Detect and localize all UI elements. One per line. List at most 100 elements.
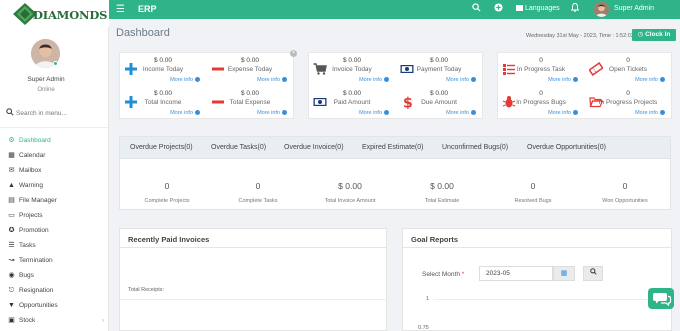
total-invoice-amount-stat: $ 0.00 Total Invoice Amount — [305, 181, 395, 204]
page-title: Dashboard — [116, 27, 170, 39]
stat-label: Total Expense — [229, 99, 271, 106]
more-info-link[interactable]: More info — [359, 77, 389, 83]
more-info-link[interactable]: More info — [446, 77, 476, 83]
stat-invoice-today: $ 0.00 Invoice Today More info — [309, 53, 395, 86]
sidebar-item-mailbox[interactable]: ✉ Mailbox — [0, 163, 108, 178]
hamburger-menu-icon[interactable]: ☰ — [116, 4, 125, 15]
top-user-name[interactable]: Super Admin — [614, 5, 654, 12]
chevron-right-icon: › — [101, 317, 104, 324]
more-info-link[interactable]: More info — [359, 110, 389, 116]
sidebar-nav: ⚙ Dashboard ▦ Calendar ✉ Mailbox ▲ Warning ▤… — [0, 133, 108, 328]
chat-icon — [653, 293, 672, 307]
more-info-link[interactable]: More info — [170, 110, 200, 116]
stat-value: 0 — [530, 181, 536, 191]
languages-menu[interactable]: Languages — [516, 5, 560, 12]
sidebar-search-input[interactable] — [16, 107, 104, 119]
more-info-link[interactable]: More info — [257, 110, 287, 116]
sidebar-divider — [0, 127, 108, 128]
warning-icon: ▲ — [8, 182, 15, 189]
stat-open-tickets: 0 Open Tickets More info — [585, 53, 671, 86]
logo[interactable]: DIAMONDS — [0, 0, 109, 27]
sidebar-item-label: Dashboard — [19, 137, 51, 144]
sidebar-item-stock[interactable]: ▣ Stock › — [0, 313, 108, 328]
stat-label: Total Invoice Amount — [324, 198, 376, 204]
panel-title: Recently Paid Invoices — [128, 235, 210, 244]
more-info-link[interactable]: More info — [257, 77, 287, 83]
sidebar-item-dashboard[interactable]: ⚙ Dashboard — [0, 133, 108, 148]
search-button[interactable] — [583, 266, 603, 281]
sidebar-item-projects[interactable]: ▭ Projects — [0, 208, 108, 223]
stat-value: 0 — [255, 181, 261, 191]
divider — [120, 247, 386, 248]
clock-icon: ◷ — [637, 31, 646, 38]
add-circle-icon[interactable] — [494, 3, 503, 14]
select-month-label: Select Month * — [422, 271, 464, 278]
bell-icon[interactable] — [570, 3, 580, 14]
stat-in-progress-task: 0 In Progress Task More info — [498, 53, 584, 86]
won-opportunities-stat: 0 Won Opportunities — [580, 181, 670, 204]
chat-button[interactable] — [648, 288, 674, 309]
more-info-link[interactable]: More info — [635, 110, 665, 116]
sidebar-item-label: Bugs — [19, 272, 34, 279]
flag-icon — [516, 5, 523, 11]
stat-value: 0 — [164, 181, 170, 191]
stat-label: In Progress Projects — [598, 99, 658, 106]
sidebar-item-label: Resignation — [19, 287, 54, 294]
clock-in-button[interactable]: ◷ Clock In — [632, 29, 676, 41]
stat-label: Due Amount — [421, 99, 457, 106]
total-receipts-label: Total Receipts: — [128, 287, 165, 293]
month-input[interactable]: 2023-05 — [479, 266, 553, 281]
stat-label: Paid Amount — [333, 99, 371, 106]
panel-title: Goal Reports — [411, 235, 459, 244]
search-icon — [589, 268, 597, 275]
folder-icon: ▭ — [8, 212, 15, 219]
close-icon[interactable]: × — [290, 50, 297, 57]
sidebar-item-file-manager[interactable]: ▤ File Manager — [0, 193, 108, 208]
tab-overdue-invoice[interactable]: Overdue Invoice(0) — [284, 144, 344, 151]
sidebar-item-termination[interactable]: ↝ Termination — [0, 253, 108, 268]
sidebar-item-warning[interactable]: ▲ Warning — [0, 178, 108, 193]
stat-value: $ 0.00 — [429, 57, 449, 64]
sidebar-item-calendar[interactable]: ▦ Calendar — [0, 148, 108, 163]
sidebar-item-promotion[interactable]: ✪ Promotion — [0, 223, 108, 238]
stat-label: Open Tickets — [609, 66, 647, 73]
calendar-button[interactable]: ▦ — [553, 266, 575, 281]
invoice-payment-card: $ 0.00 Invoice Today More info $ 0.00 Pa… — [308, 52, 483, 119]
sidebar-user-status: Online — [37, 87, 55, 93]
sidebar-item-label: Stock — [19, 317, 36, 324]
sidebar-item-bugs[interactable]: ◉ Bugs — [0, 268, 108, 283]
stat-label: Won Opportunities — [602, 198, 648, 204]
stat-value: 0 — [539, 57, 543, 64]
overdue-panel: Overdue Projects(0) Overdue Tasks(0) Ove… — [119, 136, 671, 210]
more-info-link[interactable]: More info — [548, 110, 578, 116]
stat-value: $ 0.00 — [342, 90, 362, 97]
tab-overdue-tasks[interactable]: Overdue Tasks(0) — [211, 144, 266, 151]
stat-in-progress-bugs: 0 In Progress Bugs More info — [498, 86, 584, 119]
mailbox-icon: ✉ — [8, 167, 15, 174]
clock-in-label: Clock In — [645, 31, 671, 38]
more-info-link[interactable]: More info — [548, 77, 578, 83]
calendar-icon: ▦ — [560, 270, 568, 277]
calendar-icon: ▦ — [8, 152, 15, 159]
sidebar: Super Admin Online ⚙ Dashboard ▦ Calendar … — [0, 19, 109, 331]
tab-unconfirmed-bugs[interactable]: Unconfirmed Bugs(0) — [442, 144, 508, 151]
sidebar-item-resignation[interactable]: ⎋ Resignation — [0, 283, 108, 298]
chart-y-tick: 0.75 — [418, 325, 429, 331]
sidebar-user-name: Super Admin — [27, 76, 65, 83]
search-icon[interactable] — [472, 3, 481, 14]
more-info-link[interactable]: More info — [170, 77, 200, 83]
sidebar-item-label: Calendar — [19, 152, 46, 159]
tab-overdue-opportunities[interactable]: Overdue Opportunities(0) — [527, 144, 606, 151]
tab-overdue-projects[interactable]: Overdue Projects(0) — [130, 144, 193, 151]
sidebar-item-tasks[interactable]: ☰ Tasks — [0, 238, 108, 253]
user-avatar[interactable] — [594, 2, 609, 17]
tab-expired-estimate[interactable]: Expired Estimate(0) — [362, 144, 423, 151]
more-info-link[interactable]: More info — [635, 77, 665, 83]
sidebar-item-opportunities[interactable]: ▼ Opportunities — [0, 298, 108, 313]
current-datetime: Wednesday 31st May - 2023, Time : 1:52:0… — [526, 33, 632, 39]
languages-label: Languages — [525, 5, 560, 12]
termination-icon: ↝ — [8, 257, 15, 264]
stat-expense-today: $ 0.00 Expense Today More info — [207, 53, 293, 86]
more-info-link[interactable]: More info — [446, 110, 476, 116]
file-manager-icon: ▤ — [8, 197, 15, 204]
